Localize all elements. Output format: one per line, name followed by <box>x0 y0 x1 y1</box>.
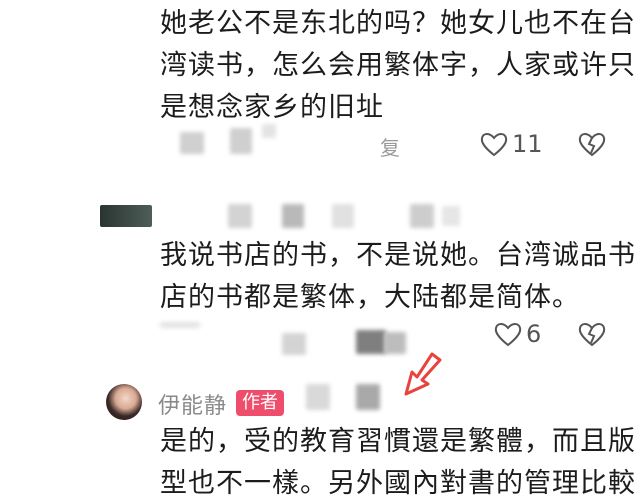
blurred-meta <box>282 204 304 228</box>
like-count: 6 <box>526 320 542 348</box>
reply-link[interactable]: 复 <box>380 132 400 161</box>
blurred-meta <box>442 206 460 226</box>
author-name[interactable]: 伊能静 <box>158 388 227 420</box>
blurred-meta <box>262 124 276 138</box>
comment-text-line: 她老公不是东北的吗？她女儿也不在台 <box>160 8 636 39</box>
author-badge: 作者 <box>236 390 284 416</box>
blurred-meta <box>228 204 252 228</box>
blurred-avatar <box>100 205 152 227</box>
blurred-meta <box>282 333 306 355</box>
comment-text-line: 型也不一樣。另外國內對書的管理比較 <box>160 468 636 499</box>
comment-text-line: 湾读书，怎么会用繁体字，人家或许只 <box>160 50 636 81</box>
blurred-meta <box>180 132 204 154</box>
arrow-pointer-icon <box>404 352 442 396</box>
comment-text-line: 是想念家乡的旧址 <box>160 92 384 123</box>
comment-text-line: 店的书都是繁体，大陆都是简体。 <box>160 282 580 313</box>
broken-heart-icon[interactable] <box>578 131 606 157</box>
blurred-meta <box>356 330 386 354</box>
blurred-meta <box>306 384 330 410</box>
like-count: 11 <box>512 130 543 158</box>
heart-outline-icon[interactable] <box>480 131 508 157</box>
heart-outline-icon[interactable] <box>494 321 522 347</box>
broken-heart-icon[interactable] <box>578 321 606 347</box>
blurred-meta <box>160 322 200 328</box>
blurred-meta <box>356 384 380 410</box>
blurred-meta <box>230 128 252 154</box>
blurred-meta <box>332 204 354 228</box>
blurred-meta <box>410 204 434 228</box>
avatar[interactable] <box>106 384 142 420</box>
comment-text-line: 是的，受的教育習慣還是繁體，而且版 <box>160 426 636 457</box>
comment-text-line: 我说书店的书，不是说她。台湾诚品书 <box>160 240 636 271</box>
